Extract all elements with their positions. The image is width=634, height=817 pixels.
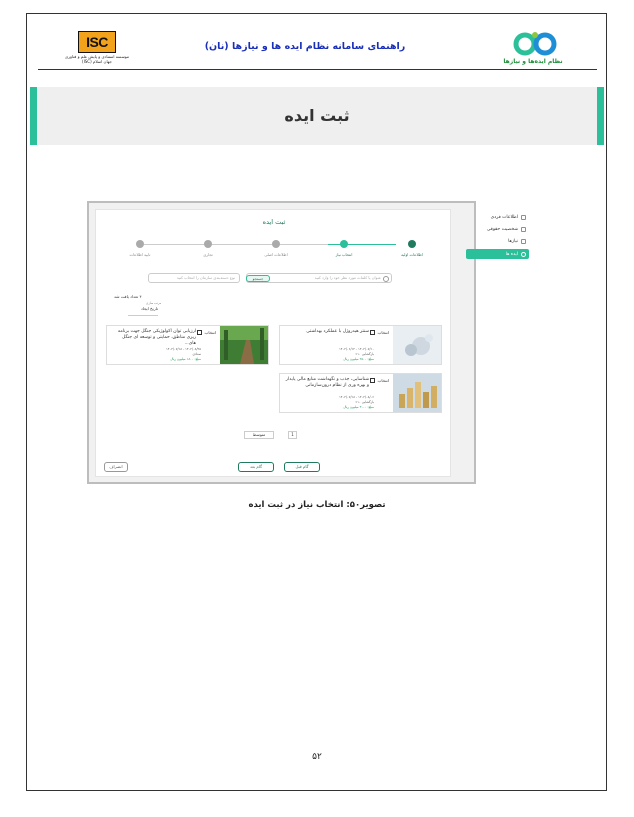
nan-caption: نظام ایده‌ها و نیازها <box>503 58 563 65</box>
sort-caption: مرتب سازی <box>146 301 162 305</box>
embedded-screenshot: ثبت ایده تایید اطلاعات تجاری اطلاعات اصل… <box>87 201 529 484</box>
nan-logo-icon <box>513 32 557 56</box>
step-dot-current[interactable] <box>340 240 348 248</box>
user-icon <box>521 214 526 220</box>
page-number: ۵۲ <box>312 752 322 762</box>
document-title: راهنمای سامانه نظام ایده ها و نیازها (نا… <box>204 41 406 52</box>
category-select[interactable]: نوع دسته‌بندی سازمان را انتخاب کنید <box>148 273 240 283</box>
next-step-button[interactable]: گام بعد <box>238 462 274 472</box>
search-icon <box>383 276 389 282</box>
need-card[interactable]: انتخاب شناسایی، جذب و نگهداشت منابع مالی… <box>279 373 442 413</box>
page-size-select[interactable]: متوسط <box>244 431 274 439</box>
main-panel: ثبت ایده تایید اطلاعات تجاری اطلاعات اصل… <box>95 209 451 477</box>
section-band: ثبت ایده <box>30 87 604 145</box>
card-title: ارزیابی توان اکولوژیکی جنگل جهت برنامه ر… <box>117 329 196 346</box>
section-title: ثبت ایده <box>284 106 350 125</box>
result-count: ۴ تعداد یافت شد <box>114 294 142 299</box>
page-number[interactable]: 1 <box>288 431 297 439</box>
card-date: ۱۴۰۲/۰۸/۲۵ - ۱۴۰۲/۰۷/۱۸ <box>166 347 201 351</box>
sidebar-item-needs[interactable]: نیازها <box>466 236 529 246</box>
card-title: شناسایی، جذب و نگهداشت منابع مالی پایدار… <box>285 377 369 388</box>
cancel-button[interactable]: انصراف <box>104 462 128 472</box>
step-label: اطلاعات اصلی <box>264 252 288 257</box>
card-amount: مبلغ: ۲۵۰۰ میلیون ریال <box>343 357 374 361</box>
header-divider <box>38 69 597 70</box>
step-label: تجاری <box>203 252 213 257</box>
step-label: انتخاب نیاز <box>335 252 353 257</box>
isc-logo: ISC <box>78 31 116 53</box>
card-date: ۱۴۰۲/۰۷/۱۰ - ۱۴۰۲/۰۶/۱۲ <box>339 347 374 351</box>
card-status: بازگشایی ۱۰٪ <box>355 352 374 356</box>
chat-icon <box>521 238 526 244</box>
figure-caption: تصویر۵۰: انتخاب نیاز در ثبت ایده <box>248 500 386 510</box>
isc-caption: موسسه استنادی و پایش علم و فناوری جهان ا… <box>64 54 130 64</box>
stepper-line-done <box>328 244 396 245</box>
card-amount: مبلغ: ۱۸۰۰ میلیون ریال <box>170 357 201 361</box>
card-title: سنتز هیدروژل با عملکرد بهداشتی <box>306 329 369 334</box>
step-label: تایید اطلاعات <box>129 252 151 257</box>
need-card[interactable]: انتخاب سنتز هیدروژل با عملکرد بهداشتی ۱۴… <box>279 325 442 365</box>
step-dot[interactable] <box>204 240 212 248</box>
card-image <box>220 326 268 364</box>
card-checkbox[interactable]: انتخاب <box>197 330 216 335</box>
card-checkbox[interactable]: انتخاب <box>370 330 389 335</box>
card-checkbox[interactable]: انتخاب <box>370 378 389 383</box>
step-dot[interactable] <box>272 240 280 248</box>
sidebar-item-legal[interactable]: شخصیت حقوقی <box>466 224 529 234</box>
prev-step-button[interactable]: گام قبل <box>284 462 320 472</box>
building-icon <box>521 226 526 232</box>
sidebar-item-ideas[interactable]: ایده ها <box>466 249 529 259</box>
card-image <box>393 374 441 412</box>
step-dot-done[interactable] <box>408 240 416 248</box>
card-status: ستادی <box>192 352 201 356</box>
card-amount: مبلغ: ۳۰۰۰ میلیون ریال <box>343 405 374 409</box>
card-date: ۱۴۰۲/۰۸/۰۶ - ۱۴۰۲/۰۷/۱۸ <box>339 395 374 399</box>
card-status: بازگشایی ۱۰٪ <box>355 400 374 404</box>
step-label: اطلاعات اولیه <box>401 252 423 257</box>
sidebar-item-personal[interactable]: اطلاعات فردی <box>466 212 529 222</box>
sort-select[interactable]: تاریخ ایجاد <box>128 306 158 316</box>
card-image <box>393 326 441 364</box>
stepper-line <box>144 244 328 245</box>
panel-title: ثبت ایده <box>262 218 286 226</box>
search-button[interactable]: جستجو <box>246 275 270 282</box>
lightbulb-icon <box>521 251 526 257</box>
need-card[interactable]: انتخاب ارزیابی توان اکولوژیکی جنگل جهت ب… <box>106 325 269 365</box>
step-dot[interactable] <box>136 240 144 248</box>
